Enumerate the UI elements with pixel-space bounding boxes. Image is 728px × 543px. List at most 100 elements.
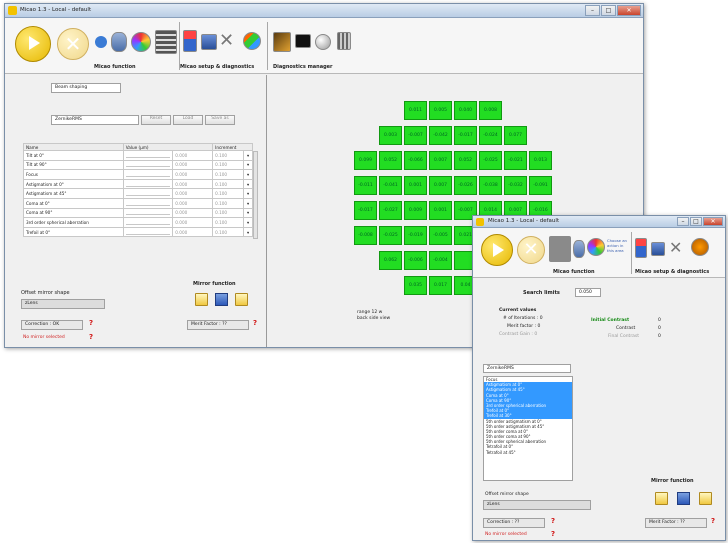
lock-icon[interactable] [183, 30, 197, 52]
mirror-icon[interactable] [111, 32, 127, 52]
open-folder-icon[interactable] [195, 293, 208, 306]
dot-icon[interactable] [549, 236, 571, 262]
run-button[interactable] [481, 234, 513, 266]
table-row[interactable]: 3rd order spherical aberration 0.000 0.100… [23, 217, 253, 228]
spin-icon[interactable]: ▾ [243, 150, 253, 161]
search-limits-input[interactable]: 0.050 [575, 288, 601, 297]
dot-icon[interactable] [95, 36, 107, 48]
param-value[interactable]: 0.000 [172, 197, 214, 209]
help-icon[interactable]: ? [711, 517, 715, 525]
param-slider[interactable] [122, 159, 174, 171]
chart-icon[interactable] [691, 238, 709, 256]
param-slider[interactable] [122, 188, 174, 199]
param-increment[interactable]: 0.100 [212, 159, 245, 171]
stop-button[interactable]: ✕ [57, 28, 89, 60]
spin-icon[interactable]: ▾ [243, 226, 253, 238]
param-value[interactable]: 0.000 [172, 188, 214, 199]
close-button[interactable]: ✕ [703, 217, 723, 226]
maximize-button[interactable]: □ [690, 217, 702, 226]
param-increment[interactable]: 0.100 [212, 178, 245, 190]
param-slider[interactable] [122, 226, 174, 238]
param-increment[interactable]: 0.100 [212, 150, 245, 161]
close-button[interactable]: ✕ [617, 5, 641, 16]
camera-icon[interactable] [273, 32, 291, 52]
param-value[interactable]: 0.000 [172, 169, 214, 180]
spin-icon[interactable]: ▾ [243, 188, 253, 199]
save-icon[interactable] [651, 242, 665, 256]
open-folder-icon[interactable] [655, 492, 668, 505]
spin-icon[interactable]: ▾ [243, 217, 253, 228]
save-as-button[interactable]: Save as [205, 115, 235, 125]
param-slider[interactable] [122, 178, 174, 190]
list-item[interactable]: Tetrafoil at 45° [484, 450, 572, 455]
param-increment[interactable]: 0.100 [212, 188, 245, 199]
folder-icon[interactable] [699, 492, 712, 505]
spin-icon[interactable]: ▾ [243, 169, 253, 180]
mirror-icon[interactable] [573, 240, 585, 258]
param-increment[interactable]: 0.100 [212, 207, 245, 219]
spin-icon[interactable]: ▾ [243, 159, 253, 171]
minimize-button[interactable]: – [677, 217, 689, 226]
grid-icon[interactable] [155, 30, 177, 54]
beam-shaping-button[interactable]: Beam shaping [51, 83, 121, 93]
spin-icon[interactable]: ▾ [243, 178, 253, 190]
save-disk-icon[interactable] [215, 293, 228, 306]
spin-icon[interactable]: ▾ [243, 197, 253, 209]
table-row[interactable]: Tilt at 0° 0.000 0.100 ▾ [23, 150, 253, 161]
table-row[interactable]: Coma at 0° 0.000 0.100 ▾ [23, 197, 253, 209]
table-row[interactable]: Astigmatism at 0° 0.000 0.100 ▾ [23, 178, 253, 190]
mode-select[interactable]: ZernikeRMS [51, 115, 139, 125]
panel-icon[interactable] [337, 32, 351, 50]
save-disk-icon[interactable] [677, 492, 690, 505]
help-icon[interactable]: ? [551, 530, 555, 538]
table-scrollbar[interactable] [253, 151, 258, 239]
title-bar[interactable]: Micao 1.3 - Local - default – □ ✕ [473, 216, 725, 228]
lock-icon[interactable] [635, 238, 647, 258]
table-row[interactable]: Trefoil at 0° 0.000 0.100 ▾ [23, 226, 253, 238]
tools-icon[interactable]: ✕ [669, 238, 687, 258]
help-icon[interactable]: ? [89, 333, 93, 341]
param-value[interactable]: 0.000 [172, 159, 214, 171]
help-icon[interactable]: ? [89, 319, 93, 327]
param-slider[interactable] [122, 169, 174, 180]
folder-icon[interactable] [235, 293, 248, 306]
param-slider[interactable] [122, 217, 174, 228]
monitor-icon[interactable] [295, 34, 311, 48]
help-icon[interactable]: ? [253, 319, 257, 327]
param-increment[interactable]: 0.100 [212, 226, 245, 238]
param-increment[interactable]: 0.100 [212, 169, 245, 180]
table-row[interactable]: Tilt at 90° 0.000 0.100 ▾ [23, 159, 253, 171]
reset-button[interactable]: Reset [141, 115, 171, 125]
help-icon[interactable]: ? [551, 517, 555, 525]
chart-icon[interactable] [243, 32, 261, 50]
tools-icon[interactable]: ✕ [219, 30, 239, 52]
load-button[interactable]: Load [173, 115, 203, 125]
save-icon[interactable] [201, 34, 217, 50]
stop-button[interactable]: ✕ [517, 236, 545, 264]
spin-icon[interactable]: ▾ [243, 207, 253, 219]
param-value[interactable]: 0.000 [172, 226, 214, 238]
table-row[interactable]: Coma at 90° 0.000 0.100 ▾ [23, 207, 253, 219]
param-slider[interactable] [122, 150, 174, 161]
maximize-button[interactable]: □ [601, 5, 616, 16]
offset-field[interactable]: zLens [483, 500, 591, 510]
sphere-icon[interactable] [315, 34, 331, 50]
param-increment[interactable]: 0.100 [212, 217, 245, 228]
param-value[interactable]: 0.000 [172, 178, 214, 190]
param-increment[interactable]: 0.100 [212, 197, 245, 209]
table-row[interactable]: Astigmatism at 45° 0.000 0.100 ▾ [23, 188, 253, 199]
param-value[interactable]: 0.000 [172, 207, 214, 219]
param-slider[interactable] [122, 197, 174, 209]
param-value[interactable]: 0.000 [172, 150, 214, 161]
table-row[interactable]: Focus 0.000 0.100 ▾ [23, 169, 253, 180]
mode-select[interactable]: ZernikeRMS [483, 364, 571, 373]
offset-field[interactable]: zLens [21, 299, 105, 309]
title-bar[interactable]: Micao 1.3 - Local - default – □ ✕ [5, 4, 643, 18]
param-slider[interactable] [122, 207, 174, 219]
wavefront-icon[interactable] [587, 238, 605, 256]
mode-list[interactable]: Focus Astigmatism at 0° Astigmatism at 45°… [483, 376, 573, 481]
run-button[interactable] [15, 26, 51, 62]
minimize-button[interactable]: – [585, 5, 600, 16]
wavefront-icon[interactable] [131, 32, 151, 52]
param-value[interactable]: 0.000 [172, 217, 214, 228]
